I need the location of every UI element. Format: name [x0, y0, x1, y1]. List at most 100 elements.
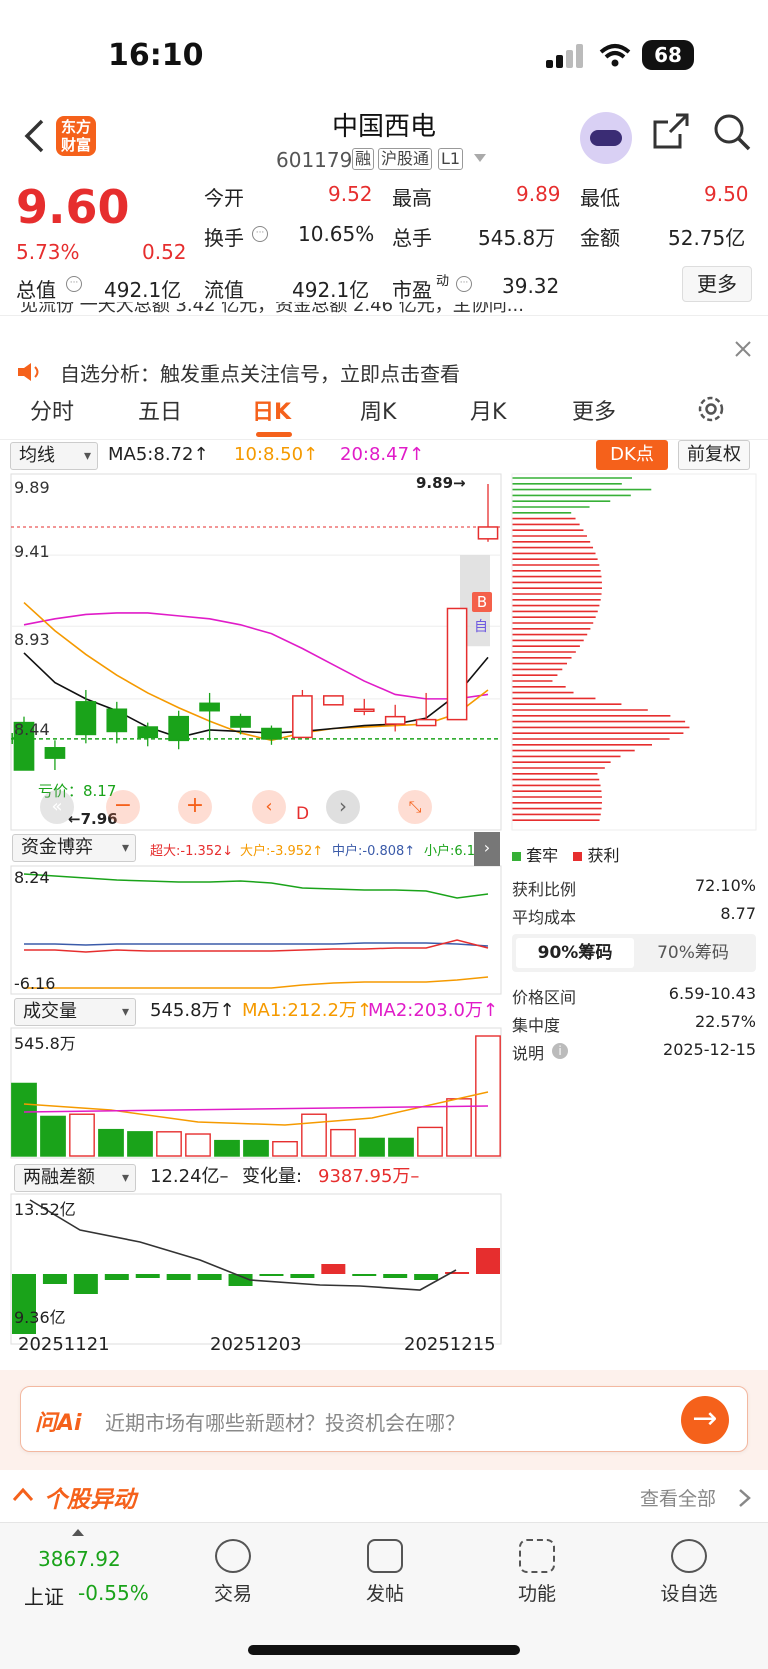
rewind-icon[interactable]: « [40, 790, 74, 824]
arrow-right-icon[interactable]: → [681, 1396, 729, 1444]
price-range-label: 价格区间 [512, 988, 577, 1007]
turnover-value: 10.65% [298, 222, 375, 246]
turnover-label: 换手 [204, 226, 244, 250]
info-icon[interactable]: ··· [66, 276, 82, 292]
index-name[interactable]: 上证 [24, 1581, 64, 1610]
tab-five-day[interactable]: 五日 [138, 394, 182, 426]
max-price-label: 9.89→ [416, 474, 466, 492]
more-dots-icon [671, 1539, 707, 1573]
k-marker: K [10, 730, 20, 748]
fullscreen-icon[interactable]: ⤡ [398, 790, 432, 824]
change-percent: 5.73% [16, 240, 80, 264]
info-icon[interactable]: i [552, 1043, 568, 1059]
view-all-link[interactable]: 查看全部 [640, 1484, 716, 1511]
fund-selector[interactable]: 资金博弈 [12, 834, 136, 862]
collapse-arrow-icon[interactable]: › [474, 832, 500, 866]
candle-body [44, 747, 66, 759]
chevron-up-icon[interactable] [12, 1486, 34, 1502]
share-icon[interactable] [652, 112, 690, 150]
zoom-in-icon[interactable]: + [178, 790, 212, 824]
index-value[interactable]: 3867.92 [38, 1547, 121, 1571]
y-label-2: 9.41 [14, 542, 50, 561]
low-value: 9.50 [704, 182, 749, 206]
tab-more[interactable]: 更多 [572, 394, 616, 426]
next-icon[interactable]: › [326, 790, 360, 824]
home-indicator [248, 1645, 520, 1655]
notice-banner[interactable]: 自选分析：触发重点关注信号，立即点击查看 [16, 341, 756, 386]
nav-functions[interactable]: 功能 [492, 1539, 582, 1606]
close-icon[interactable] [734, 340, 752, 358]
y-label-top: 9.89 [14, 478, 50, 497]
prev-icon[interactable]: ‹ [252, 790, 286, 824]
ask-ai-input[interactable]: 问Ai 近期市场有哪些新题材？投资机会在哪？ → [20, 1386, 748, 1452]
candle-body [446, 607, 468, 721]
wifi-icon [599, 44, 631, 67]
volume-bar [185, 1133, 211, 1157]
news-ticker[interactable]: 见流份 一天大总额 3.42 亿元，资金总额 2.46 亿元，主协同... [20, 302, 700, 318]
ai-assistant-avatar[interactable] [580, 112, 632, 164]
nav-trade-label: 交易 [213, 1583, 252, 1605]
margin-selector[interactable]: 两融差额 [14, 1164, 136, 1192]
candle-body [261, 727, 282, 740]
high-value: 9.89 [516, 182, 561, 206]
ma-selector[interactable]: 均线 [10, 442, 98, 470]
margin-bar [104, 1274, 129, 1280]
battery-icon: 68 [642, 40, 694, 70]
dk-point-button[interactable]: DK点 [596, 440, 668, 470]
chip-legend: 套牢 获利 [512, 842, 619, 866]
margin-change-label: 变化量: [242, 1166, 303, 1187]
status-time: 16:10 [108, 38, 204, 73]
gear-icon[interactable] [696, 394, 726, 424]
info-icon[interactable]: ··· [252, 226, 268, 242]
candle-body [292, 695, 313, 739]
nav-watchlist[interactable]: 设自选 [644, 1539, 734, 1606]
amount-label: 金额 [580, 226, 620, 250]
index-change[interactable]: -0.55% [78, 1581, 149, 1605]
ma5-value: MA5:8.72↑ [108, 444, 209, 465]
speaker-icon [18, 363, 39, 381]
volume-label: 总手 [392, 226, 432, 250]
zoom-out-icon[interactable]: − [106, 790, 140, 824]
more-button[interactable]: 更多 [682, 266, 752, 302]
pe-label: 市盈 [392, 278, 432, 302]
fund-super: 超大:-1.352↓ [150, 844, 234, 859]
margin-bar [321, 1264, 346, 1274]
profit-ratio-label: 获利比例 [512, 880, 577, 899]
legend-gain: 获利 [587, 846, 620, 865]
buy-signal-b[interactable]: B [472, 592, 492, 612]
candle-body [353, 708, 375, 712]
volume-ma2: MA2:203.0万↑ [368, 1000, 498, 1021]
candle-body [477, 526, 499, 540]
volume-value: 545.8万↑ [150, 1000, 235, 1021]
tab-monthly-k[interactable]: 月K [470, 394, 506, 426]
period-tabs: 分时 五日 日K 周K 月K 更多 [0, 388, 768, 440]
margin-bar [476, 1248, 500, 1274]
tab-chip-70[interactable]: 70%筹码 [634, 938, 752, 968]
margin-frame [10, 1193, 502, 1345]
info-icon[interactable]: ··· [456, 276, 472, 292]
tab-daily-k[interactable]: 日K [252, 394, 291, 426]
margin-bar [42, 1274, 67, 1284]
fund-line-3 [24, 976, 489, 989]
nav-post[interactable]: 发帖 [340, 1539, 430, 1606]
price-range-value: 6.59-10.43 [668, 984, 756, 1003]
tab-intraday[interactable]: 分时 [30, 394, 74, 426]
adjust-button[interactable]: 前复权 [678, 440, 750, 470]
chevron-right-icon[interactable] [738, 1488, 752, 1508]
candle-body [384, 715, 406, 725]
hk-connect-tag: 沪股通 [378, 148, 433, 170]
search-icon[interactable] [712, 112, 752, 152]
fund-mid: 中户:-0.808↑ [332, 844, 416, 859]
margin-bar [135, 1274, 160, 1278]
candle-body [75, 701, 97, 736]
tab-weekly-k[interactable]: 周K [360, 394, 396, 426]
notice-text: 自选分析：触发重点关注信号，立即点击查看 [60, 362, 460, 386]
volume-bar [243, 1139, 269, 1157]
margin-bar [73, 1274, 98, 1294]
volume-value: 545.8万 [478, 226, 556, 250]
chevron-down-icon[interactable] [474, 154, 486, 164]
tab-chip-90[interactable]: 90%筹码 [516, 938, 634, 968]
section-title: 个股异动 [44, 1487, 136, 1513]
nav-trade[interactable]: 交易 [188, 1539, 278, 1606]
volume-selector[interactable]: 成交量 [14, 998, 136, 1026]
